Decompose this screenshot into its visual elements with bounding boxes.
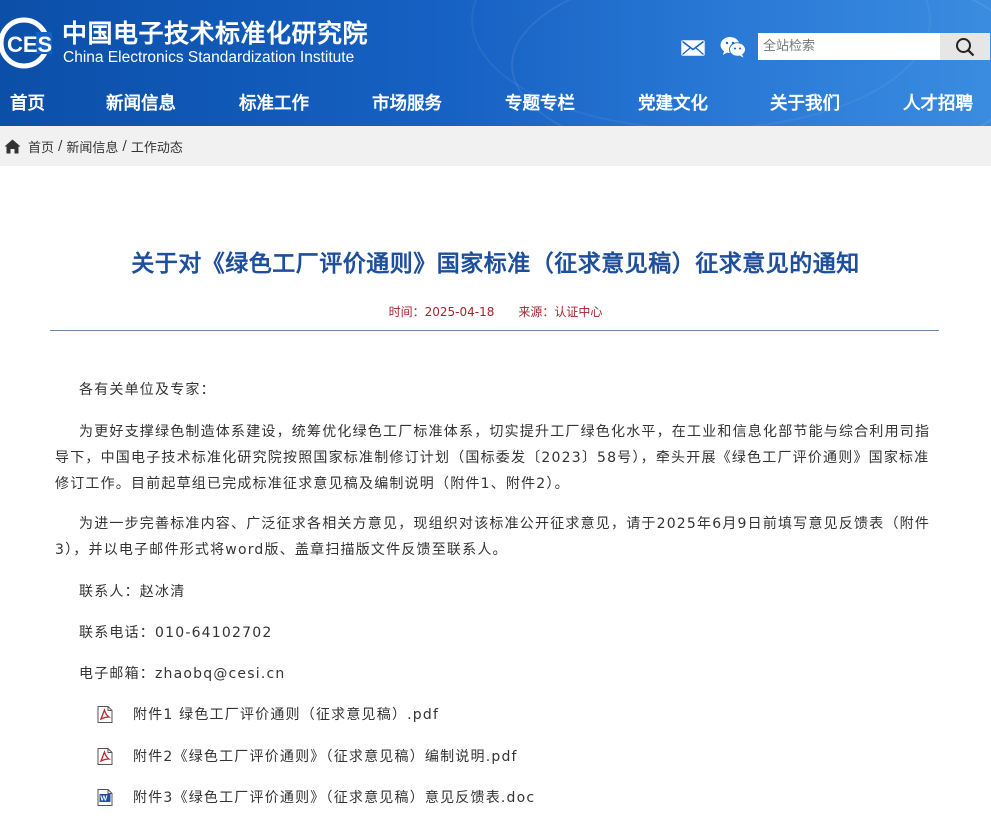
article-date: 时间：2025-04-18 xyxy=(388,305,495,319)
article-meta: 时间：2025-04-18 来源：认证中心 xyxy=(0,303,991,320)
attachment-link-3[interactable]: W 附件3《绿色工厂评价通则》（征求意见稿）意见反馈表.doc xyxy=(97,787,535,807)
search-box xyxy=(758,33,990,60)
attachment-link-1[interactable]: 附件1 绿色工厂评价通则（征求意见稿）.pdf xyxy=(97,704,439,724)
search-button[interactable] xyxy=(940,33,990,60)
attachment-name-1: 附件1 绿色工厂评价通则（征求意见稿）.pdf xyxy=(133,707,440,723)
salutation: 各有关单位及专家： xyxy=(79,382,216,398)
search-icon xyxy=(956,37,975,56)
doc-file-icon: W xyxy=(97,788,113,806)
contact-email: 电子邮箱：zhaobq@cesi.cn xyxy=(79,666,286,682)
breadcrumb-separator: / xyxy=(122,138,127,154)
breadcrumb: 首页 / 新闻信息 / 工作动态 xyxy=(0,126,991,166)
nav-item-market-services[interactable]: 市场服务 xyxy=(372,84,442,124)
attachment-link-2[interactable]: 附件2《绿色工厂评价通则》（征求意见稿）编制说明.pdf xyxy=(97,746,518,766)
article-source: 来源：认证中心 xyxy=(518,305,603,319)
breadcrumb-work-updates[interactable]: 工作动态 xyxy=(131,137,183,156)
article-content: 关于对《绿色工厂评价通则》国家标准（征求意见稿）征求意见的通知 时间：2025-… xyxy=(0,166,991,832)
breadcrumb-news[interactable]: 新闻信息 xyxy=(66,137,118,156)
nav-item-party-culture[interactable]: 党建文化 xyxy=(638,84,708,124)
nav-item-about-us[interactable]: 关于我们 xyxy=(770,84,840,124)
paragraph-1: 为更好支撑绿色制造体系建设，统筹优化绿色工厂标准体系，切实提升工厂绿色化水平，在… xyxy=(55,424,931,492)
breadcrumb-separator: / xyxy=(58,138,63,154)
main-nav: 首页 新闻信息 标准工作 市场服务 专题专栏 党建文化 关于我们 人才招聘 xyxy=(0,84,991,124)
title-divider xyxy=(50,330,939,331)
contact-person: 联系人：赵冰清 xyxy=(79,584,186,600)
nav-item-home[interactable]: 首页 xyxy=(10,84,45,124)
cesi-logo[interactable]: CESI xyxy=(0,14,52,72)
search-input[interactable] xyxy=(758,33,940,60)
pdf-file-icon xyxy=(97,747,113,765)
org-name-en: China Electronics Standardization Instit… xyxy=(63,49,355,66)
site-header: CESI 中国电子技术标准化研究院 China Electronics Stan… xyxy=(0,0,991,126)
org-name-cn: 中国电子技术标准化研究院 xyxy=(62,19,369,48)
breadcrumb-home[interactable]: 首页 xyxy=(28,137,54,156)
home-icon xyxy=(4,139,21,153)
wechat-icon[interactable] xyxy=(720,36,746,58)
nav-item-standards[interactable]: 标准工作 xyxy=(239,84,309,124)
logo-text: CESI xyxy=(7,32,52,57)
attachment-name-3: 附件3《绿色工厂评价通则》（征求意见稿）意见反馈表.doc xyxy=(133,790,536,806)
nav-item-careers[interactable]: 人才招聘 xyxy=(903,84,973,124)
pdf-file-icon xyxy=(97,705,113,723)
article-title: 关于对《绿色工厂评价通则》国家标准（征求意见稿）征求意见的通知 xyxy=(131,251,860,277)
mail-icon[interactable] xyxy=(681,40,705,56)
paragraph-2: 为进一步完善标准内容、广泛征求各相关方意见，现组织对该标准公开征求意见，请于20… xyxy=(55,516,931,558)
contact-phone: 联系电话：010-64102702 xyxy=(79,625,273,641)
attachment-name-2: 附件2《绿色工厂评价通则》（征求意见稿）编制说明.pdf xyxy=(133,749,518,765)
nav-item-news[interactable]: 新闻信息 xyxy=(106,84,176,124)
nav-item-special-topics[interactable]: 专题专栏 xyxy=(505,84,575,124)
svg-text:W: W xyxy=(100,793,108,802)
